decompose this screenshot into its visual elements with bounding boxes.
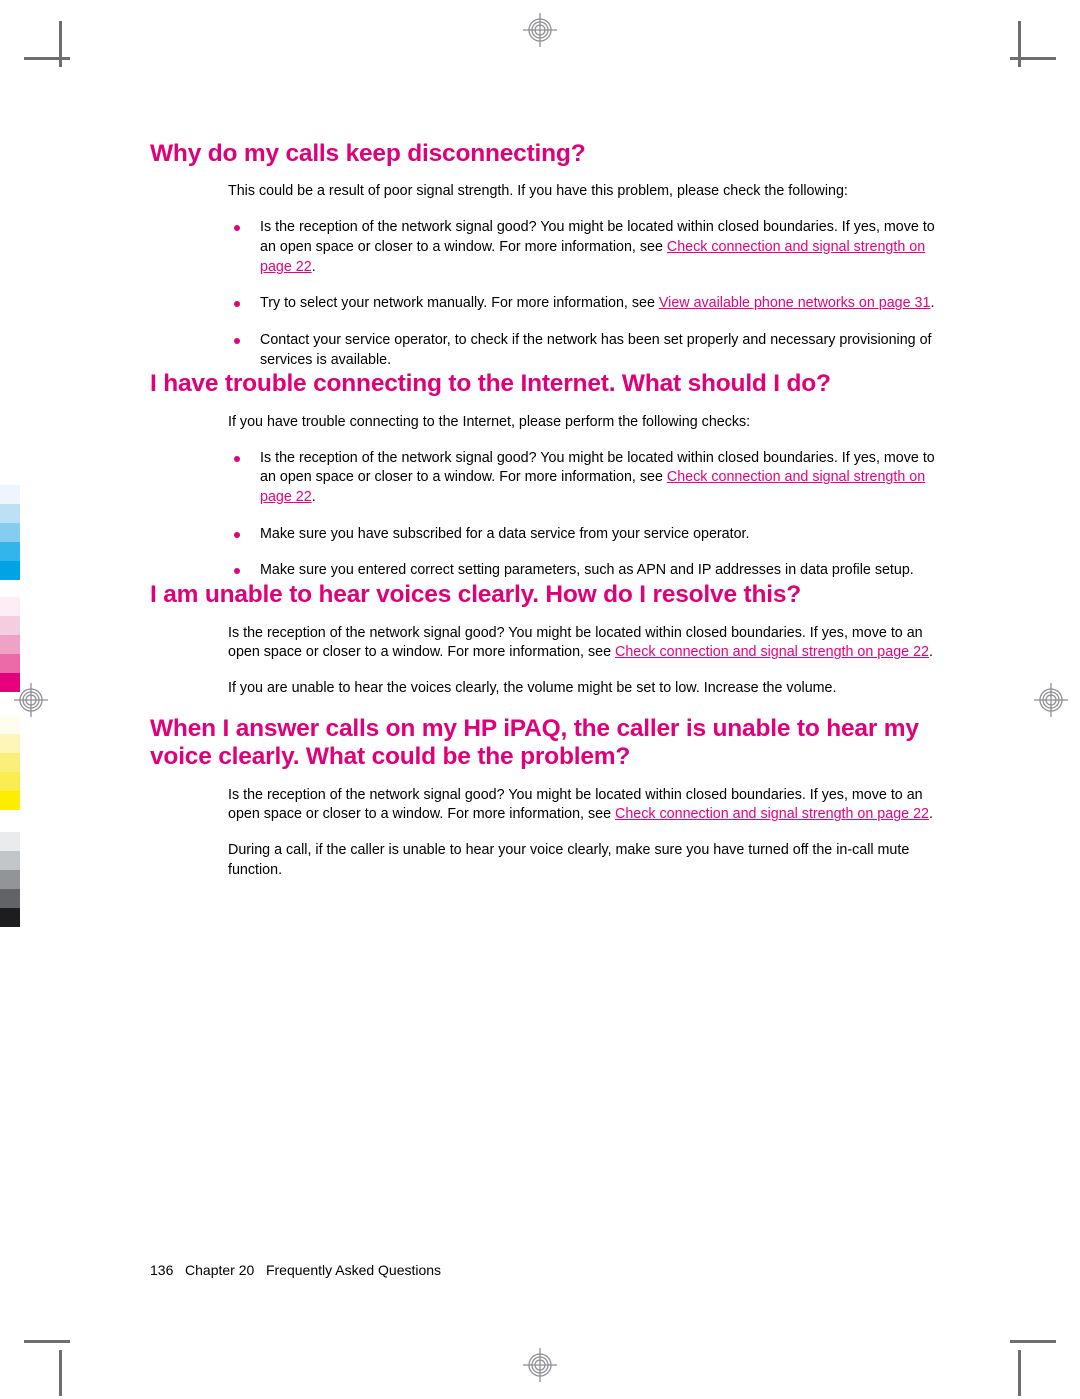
bullet-dot-icon: [234, 531, 240, 538]
bullet-text-pre: Make sure you entered correct setting pa…: [260, 562, 914, 579]
body-paragraph: During a call, if the caller is unable t…: [228, 841, 910, 878]
color-swatch-cyan-3: [0, 523, 20, 542]
paragraph-text-post: .: [928, 806, 933, 823]
faq-section-4-heading: When I answer calls on my HP iPAQ, the c…: [150, 714, 919, 771]
list-item: Make sure you have subscribed for a data…: [228, 525, 940, 545]
crop-mark-top-right-vertical: [1018, 21, 1021, 67]
color-calibration-bar-black: [0, 832, 20, 927]
bullet-dot-icon: [234, 338, 240, 344]
bullet-text-pre: Try to select your network manually. For…: [260, 295, 659, 312]
faq-section-1-body: This could be a result of poor signal st…: [228, 182, 940, 370]
bullet-text-post: .: [311, 258, 316, 275]
faq-section-3-body: Is the reception of the network signal g…: [228, 624, 940, 699]
crop-mark-top-left-horizontal: [24, 57, 70, 60]
list-item: Make sure you entered correct setting pa…: [228, 561, 940, 581]
color-swatch-cyan-2: [0, 504, 20, 523]
registration-mark-top-center: [523, 13, 557, 47]
color-calibration-bar-magenta: [0, 597, 20, 692]
color-calibration-bar-yellow: [0, 715, 20, 810]
crop-mark-bottom-right-horizontal: [1010, 1340, 1056, 1343]
bullet-dot-icon: [234, 455, 240, 462]
color-swatch-cyan-5: [0, 561, 20, 580]
faq-section-3: I am unable to hear voices clearly. How …: [150, 581, 940, 699]
list-item: Contact your service operator, to check …: [228, 331, 940, 370]
color-swatch-cyan-4: [0, 542, 20, 561]
faq-section-4: When I answer calls on my HP iPAQ, the c…: [150, 715, 940, 881]
cross-reference-link[interactable]: View available phone networks on page 31: [659, 295, 931, 311]
paragraph-text-post: .: [928, 644, 933, 661]
color-swatch-cyan-1: [0, 485, 20, 504]
cross-reference-link[interactable]: Check connection and signal strength on …: [615, 644, 929, 660]
page-content: Why do my calls keep disconnecting? This…: [150, 140, 940, 896]
list-item: Try to select your network manually. For…: [228, 294, 940, 314]
list-item: Is the reception of the network signal g…: [228, 218, 940, 277]
registration-mark-right-edge: [1034, 683, 1068, 717]
crop-mark-bottom-left-horizontal: [24, 1340, 70, 1343]
color-swatch-magenta-3: [0, 635, 20, 654]
crop-mark-bottom-left-vertical: [59, 1350, 62, 1396]
color-swatch-black-1: [0, 832, 20, 851]
list-item: Is the reception of the network signal g…: [228, 449, 940, 508]
bullet-dot-icon: [234, 301, 240, 308]
faq-section-2: I have trouble connecting to the Interne…: [150, 370, 940, 581]
color-swatch-yellow-1: [0, 715, 20, 734]
bullet-dot-icon: [234, 225, 240, 232]
faq-section-1: Why do my calls keep disconnecting? This…: [150, 140, 940, 370]
faq-section-2-body: If you have trouble connecting to the In…: [228, 413, 940, 581]
color-swatch-yellow-2: [0, 734, 20, 753]
color-swatch-black-5: [0, 908, 20, 927]
crop-mark-bottom-right-vertical: [1018, 1350, 1021, 1396]
registration-mark-bottom-center: [523, 1348, 557, 1382]
faq-section-1-bullet-list: Is the reception of the network signal g…: [228, 218, 940, 370]
body-paragraph: Is the reception of the network signal g…: [228, 786, 940, 825]
color-swatch-magenta-4: [0, 654, 20, 673]
bullet-text-pre: Make sure you have subscribed for a data…: [260, 525, 750, 542]
page-footer: 136 Chapter 20 Frequently Asked Question…: [150, 1262, 442, 1278]
bullet-text-post: .: [311, 489, 316, 505]
faq-section-2-bullet-list: Is the reception of the network signal g…: [228, 449, 940, 582]
color-swatch-black-3: [0, 870, 20, 889]
faq-section-4-body: Is the reception of the network signal g…: [228, 786, 940, 881]
faq-section-2-heading: I have trouble connecting to the Interne…: [150, 370, 831, 398]
bullet-text-pre: Contact your service operator, to check …: [260, 332, 932, 368]
color-swatch-black-4: [0, 889, 20, 908]
color-calibration-bar-cyan: [0, 485, 20, 580]
color-swatch-black-2: [0, 851, 20, 870]
bullet-dot-icon: [234, 568, 240, 575]
intro-paragraph: This could be a result of poor signal st…: [228, 183, 848, 200]
crop-mark-top-right-horizontal: [1010, 57, 1056, 60]
crop-mark-top-left-vertical: [59, 21, 62, 67]
color-swatch-magenta-1: [0, 597, 20, 616]
color-swatch-yellow-4: [0, 772, 20, 791]
intro-paragraph: If you have trouble connecting to the In…: [228, 413, 751, 430]
faq-section-3-heading: I am unable to hear voices clearly. How …: [150, 581, 802, 609]
color-swatch-magenta-2: [0, 616, 20, 635]
color-swatch-magenta-5: [0, 673, 20, 692]
cross-reference-link[interactable]: Check connection and signal strength on …: [615, 806, 929, 822]
color-swatch-yellow-3: [0, 753, 20, 772]
color-swatch-yellow-5: [0, 791, 20, 810]
body-paragraph: Is the reception of the network signal g…: [228, 624, 940, 663]
bullet-text-post: .: [930, 295, 935, 312]
body-paragraph: If you are unable to hear the voices cle…: [228, 680, 837, 696]
page-title: Why do my calls keep disconnecting?: [150, 140, 586, 167]
